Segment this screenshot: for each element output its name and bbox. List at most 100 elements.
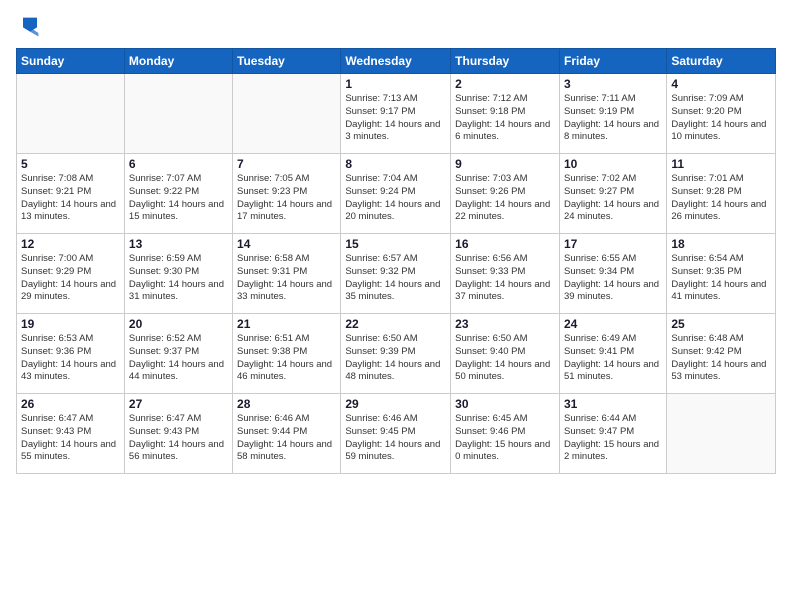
day-header-saturday: Saturday: [667, 49, 776, 74]
day-number: 17: [564, 237, 662, 251]
day-info: Sunrise: 6:45 AMSunset: 9:46 PMDaylight:…: [455, 413, 555, 464]
day-info: Sunrise: 6:49 AMSunset: 9:41 PMDaylight:…: [564, 333, 662, 384]
calendar-header-row: SundayMondayTuesdayWednesdayThursdayFrid…: [17, 49, 776, 74]
calendar-cell: 3 Sunrise: 7:11 AMSunset: 9:19 PMDaylight…: [559, 74, 666, 154]
day-header-wednesday: Wednesday: [341, 49, 451, 74]
day-number: 12: [21, 237, 120, 251]
day-number: 8: [345, 157, 446, 171]
calendar-cell: 30 Sunrise: 6:45 AMSunset: 9:46 PMDayligh…: [451, 394, 560, 474]
day-info: Sunrise: 6:59 AMSunset: 9:30 PMDaylight:…: [129, 253, 228, 304]
day-number: 7: [237, 157, 336, 171]
day-number: 15: [345, 237, 446, 251]
week-row-4: 26 Sunrise: 6:47 AMSunset: 9:43 PMDayligh…: [17, 394, 776, 474]
calendar-cell: 4 Sunrise: 7:09 AMSunset: 9:20 PMDaylight…: [667, 74, 776, 154]
calendar-cell: 14Sunrise: 6:58 AMSunset: 9:31 PMDayligh…: [233, 234, 341, 314]
generalblue-logo-icon: [16, 12, 44, 40]
calendar-cell: [667, 394, 776, 474]
day-info: Sunrise: 6:53 AMSunset: 9:36 PMDaylight:…: [21, 333, 120, 384]
day-info: Sunrise: 6:52 AMSunset: 9:37 PMDaylight:…: [129, 333, 228, 384]
day-number: 28: [237, 397, 336, 411]
day-number: 2: [455, 77, 555, 91]
day-header-sunday: Sunday: [17, 49, 125, 74]
day-number: 30: [455, 397, 555, 411]
day-number: 13: [129, 237, 228, 251]
day-number: 6: [129, 157, 228, 171]
calendar-cell: 11 Sunrise: 7:01 AMSunset: 9:28 PMDayligh…: [667, 154, 776, 234]
day-number: 31: [564, 397, 662, 411]
day-info: Sunrise: 7:01 AMSunset: 9:28 PMDaylight:…: [671, 173, 771, 224]
day-header-tuesday: Tuesday: [233, 49, 341, 74]
week-row-2: 12 Sunrise: 7:00 AMSunset: 9:29 PMDayligh…: [17, 234, 776, 314]
day-info: Sunrise: 6:57 AMSunset: 9:32 PMDaylight:…: [345, 253, 446, 304]
day-number: 4: [671, 77, 771, 91]
day-number: 21: [237, 317, 336, 331]
calendar-cell: 22Sunrise: 6:50 AMSunset: 9:39 PMDayligh…: [341, 314, 451, 394]
day-info: Sunrise: 7:02 AMSunset: 9:27 PMDaylight:…: [564, 173, 662, 224]
day-number: 27: [129, 397, 228, 411]
day-info: Sunrise: 7:12 AMSunset: 9:18 PMDaylight:…: [455, 93, 555, 144]
day-header-friday: Friday: [559, 49, 666, 74]
calendar-cell: 21Sunrise: 6:51 AMSunset: 9:38 PMDayligh…: [233, 314, 341, 394]
day-info: Sunrise: 6:54 AMSunset: 9:35 PMDaylight:…: [671, 253, 771, 304]
calendar-cell: 28 Sunrise: 6:46 AMSunset: 9:44 PMDayligh…: [233, 394, 341, 474]
week-row-3: 19 Sunrise: 6:53 AMSunset: 9:36 PMDayligh…: [17, 314, 776, 394]
page: SundayMondayTuesdayWednesdayThursdayFrid…: [0, 0, 792, 612]
day-number: 10: [564, 157, 662, 171]
day-number: 16: [455, 237, 555, 251]
day-number: 26: [21, 397, 120, 411]
calendar-cell: 8 Sunrise: 7:04 AMSunset: 9:24 PMDaylight…: [341, 154, 451, 234]
calendar-cell: 5 Sunrise: 7:08 AMSunset: 9:21 PMDaylight…: [17, 154, 125, 234]
day-info: Sunrise: 7:03 AMSunset: 9:26 PMDaylight:…: [455, 173, 555, 224]
day-number: 19: [21, 317, 120, 331]
day-info: Sunrise: 7:05 AMSunset: 9:23 PMDaylight:…: [237, 173, 336, 224]
calendar-cell: 18 Sunrise: 6:54 AMSunset: 9:35 PMDayligh…: [667, 234, 776, 314]
day-info: Sunrise: 6:56 AMSunset: 9:33 PMDaylight:…: [455, 253, 555, 304]
calendar-cell: 26 Sunrise: 6:47 AMSunset: 9:43 PMDayligh…: [17, 394, 125, 474]
day-info: Sunrise: 7:07 AMSunset: 9:22 PMDaylight:…: [129, 173, 228, 224]
day-info: Sunrise: 7:08 AMSunset: 9:21 PMDaylight:…: [21, 173, 120, 224]
calendar-cell: 15 Sunrise: 6:57 AMSunset: 9:32 PMDayligh…: [341, 234, 451, 314]
day-info: Sunrise: 7:00 AMSunset: 9:29 PMDaylight:…: [21, 253, 120, 304]
calendar-cell: 27Sunrise: 6:47 AMSunset: 9:43 PMDayligh…: [124, 394, 232, 474]
day-number: 29: [345, 397, 446, 411]
day-info: Sunrise: 7:11 AMSunset: 9:19 PMDaylight:…: [564, 93, 662, 144]
day-info: Sunrise: 6:58 AMSunset: 9:31 PMDaylight:…: [237, 253, 336, 304]
day-number: 20: [129, 317, 228, 331]
calendar-cell: [124, 74, 232, 154]
day-number: 9: [455, 157, 555, 171]
calendar-cell: 16 Sunrise: 6:56 AMSunset: 9:33 PMDayligh…: [451, 234, 560, 314]
calendar-cell: 12 Sunrise: 7:00 AMSunset: 9:29 PMDayligh…: [17, 234, 125, 314]
calendar-cell: 31Sunrise: 6:44 AMSunset: 9:47 PMDayligh…: [559, 394, 666, 474]
day-info: Sunrise: 6:48 AMSunset: 9:42 PMDaylight:…: [671, 333, 771, 384]
day-number: 18: [671, 237, 771, 251]
day-number: 5: [21, 157, 120, 171]
calendar-cell: [17, 74, 125, 154]
day-number: 24: [564, 317, 662, 331]
day-info: Sunrise: 7:09 AMSunset: 9:20 PMDaylight:…: [671, 93, 771, 144]
calendar-cell: 1Sunrise: 7:13 AMSunset: 9:17 PMDaylight…: [341, 74, 451, 154]
calendar-cell: 2 Sunrise: 7:12 AMSunset: 9:18 PMDaylight…: [451, 74, 560, 154]
day-info: Sunrise: 6:46 AMSunset: 9:44 PMDaylight:…: [237, 413, 336, 464]
calendar-cell: 17Sunrise: 6:55 AMSunset: 9:34 PMDayligh…: [559, 234, 666, 314]
day-number: 3: [564, 77, 662, 91]
week-row-1: 5 Sunrise: 7:08 AMSunset: 9:21 PMDaylight…: [17, 154, 776, 234]
day-info: Sunrise: 6:46 AMSunset: 9:45 PMDaylight:…: [345, 413, 446, 464]
calendar-cell: 19 Sunrise: 6:53 AMSunset: 9:36 PMDayligh…: [17, 314, 125, 394]
day-info: Sunrise: 6:50 AMSunset: 9:39 PMDaylight:…: [345, 333, 446, 384]
calendar-cell: 7 Sunrise: 7:05 AMSunset: 9:23 PMDaylight…: [233, 154, 341, 234]
calendar-cell: 29 Sunrise: 6:46 AMSunset: 9:45 PMDayligh…: [341, 394, 451, 474]
day-number: 11: [671, 157, 771, 171]
day-number: 25: [671, 317, 771, 331]
calendar-cell: 13 Sunrise: 6:59 AMSunset: 9:30 PMDayligh…: [124, 234, 232, 314]
day-number: 1: [345, 77, 446, 91]
day-header-thursday: Thursday: [451, 49, 560, 74]
calendar-cell: [233, 74, 341, 154]
day-info: Sunrise: 6:50 AMSunset: 9:40 PMDaylight:…: [455, 333, 555, 384]
week-row-0: 1Sunrise: 7:13 AMSunset: 9:17 PMDaylight…: [17, 74, 776, 154]
header: [16, 12, 776, 40]
day-info: Sunrise: 6:47 AMSunset: 9:43 PMDaylight:…: [21, 413, 120, 464]
calendar-table: SundayMondayTuesdayWednesdayThursdayFrid…: [16, 48, 776, 474]
calendar-cell: 20 Sunrise: 6:52 AMSunset: 9:37 PMDayligh…: [124, 314, 232, 394]
day-header-monday: Monday: [124, 49, 232, 74]
day-info: Sunrise: 7:04 AMSunset: 9:24 PMDaylight:…: [345, 173, 446, 224]
